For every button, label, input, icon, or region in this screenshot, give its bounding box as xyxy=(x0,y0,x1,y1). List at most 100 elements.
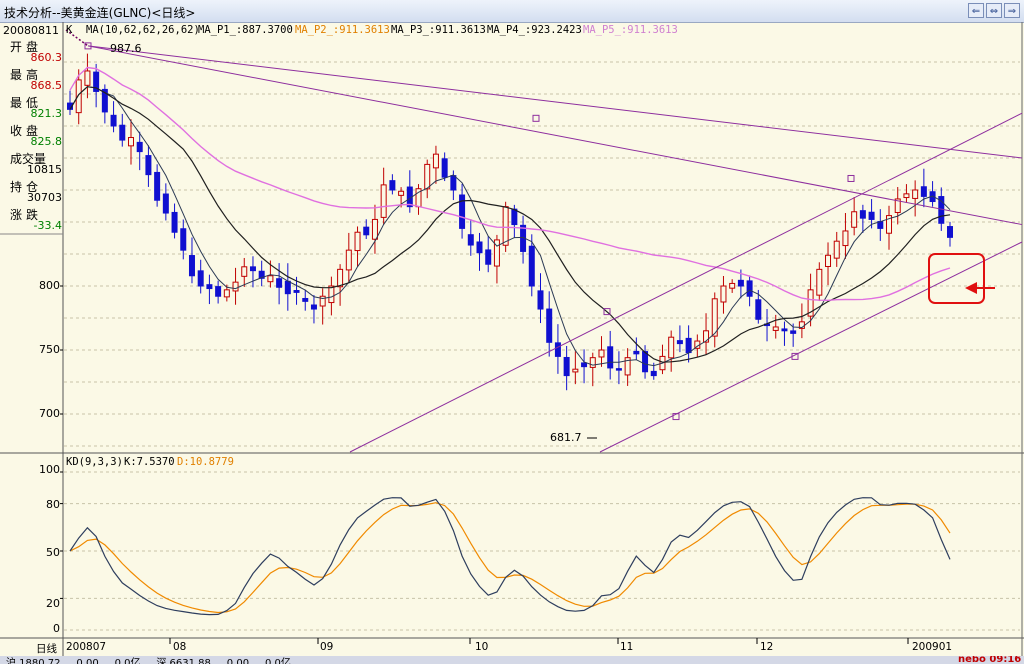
candle-body-up xyxy=(84,70,91,86)
candle-body-down xyxy=(459,194,466,229)
candle-body-down xyxy=(511,208,518,226)
candle-body-down xyxy=(441,158,448,178)
kd-tick-50: 50 xyxy=(46,546,60,559)
candle-body-down xyxy=(607,346,614,369)
candle-body-up xyxy=(598,349,605,358)
candle-body-down xyxy=(363,226,370,236)
candle-body-up xyxy=(572,368,579,373)
candle-body-down xyxy=(389,180,396,191)
candle-body-up xyxy=(851,211,858,228)
price-tick-800: 800 xyxy=(39,279,60,292)
candle-body-down xyxy=(633,350,640,355)
channel-top-line xyxy=(87,45,1023,159)
candle-body-down xyxy=(110,114,117,127)
anchor-marker xyxy=(532,114,540,122)
chart-canvas xyxy=(0,22,1024,656)
time-label-200807: 200807 xyxy=(66,641,107,653)
candle-body-down xyxy=(450,175,457,191)
time-label-10: 10 xyxy=(475,641,489,653)
candle-body-down xyxy=(920,186,927,197)
candle-body-down xyxy=(119,124,126,141)
candle-body-down xyxy=(947,226,953,238)
channel-lower-line xyxy=(599,241,1023,453)
ma-short-line xyxy=(69,86,951,367)
candle-body-down xyxy=(310,304,317,310)
candle-body-up xyxy=(772,326,779,331)
high-annotation: 987.6 xyxy=(110,42,142,55)
status-brand: nebo 09:16 xyxy=(958,656,1022,664)
candle-body-down xyxy=(276,278,283,288)
candle-body-down xyxy=(171,211,178,233)
ma-p1-label: MA_P1_:887.3700 xyxy=(198,24,293,36)
candle-body-down xyxy=(642,351,649,373)
candle-body-up xyxy=(380,184,387,218)
time-label-period: 日线 xyxy=(36,643,57,655)
candle-body-down xyxy=(737,279,744,287)
candle-body-down xyxy=(249,266,256,272)
candle-body-down xyxy=(284,280,291,295)
candle-body-down xyxy=(685,337,692,354)
candle-body-up xyxy=(589,357,596,368)
k-label: K xyxy=(66,24,73,36)
candle-body-up xyxy=(232,281,239,292)
candle-body-down xyxy=(746,280,753,297)
candle-body-up xyxy=(816,268,823,296)
candle-body-down xyxy=(197,270,204,287)
ma-p3-label: MA_P3_:911.3613 xyxy=(391,24,486,36)
candle-body-down xyxy=(145,155,152,176)
kd-k-line xyxy=(69,497,951,616)
candle-body-up xyxy=(729,282,736,289)
highlight-arrow-head xyxy=(965,282,977,294)
candle-body-up xyxy=(398,190,405,196)
candle-body-down xyxy=(615,368,622,371)
candle-body-up xyxy=(241,266,248,277)
time-label-200901: 200901 xyxy=(912,641,953,653)
candle-body-down xyxy=(136,141,143,153)
candle-body-down xyxy=(162,193,169,214)
anchor-marker xyxy=(847,174,855,182)
candle-body-up xyxy=(337,268,344,288)
candle-body-down xyxy=(650,370,657,377)
kd-k-value: K:7.5370 xyxy=(124,456,175,468)
candle-body-down xyxy=(476,241,483,254)
low-annotation: 681.7 xyxy=(550,431,582,444)
candle-body-down xyxy=(188,255,195,277)
candle-body-up xyxy=(75,79,82,114)
ma-params: MA(10,62,62,26,62) xyxy=(86,24,200,36)
time-label-12: 12 xyxy=(760,641,774,653)
candle-body-down xyxy=(581,362,588,368)
time-label-08: 08 xyxy=(173,641,187,653)
kd-d-value: D:10.8779 xyxy=(177,456,234,468)
candle-body-up xyxy=(668,336,675,359)
candle-body-down xyxy=(206,284,213,290)
candle-body-up xyxy=(833,240,840,259)
candle-body-up xyxy=(424,163,431,190)
candle-body-up xyxy=(223,289,230,298)
kd-tick-80: 80 xyxy=(46,498,60,511)
ma-medium-line xyxy=(69,86,951,363)
candle-body-down xyxy=(528,245,535,287)
candle-body-down xyxy=(154,171,161,201)
candle-body-up xyxy=(842,230,849,247)
candle-body-down xyxy=(554,342,561,357)
time-label-09: 09 xyxy=(320,641,334,653)
candle-body-down xyxy=(790,330,797,334)
kd-tick-0: 0 xyxy=(53,622,60,635)
kd-d-line xyxy=(69,502,951,614)
candle-body-down xyxy=(781,328,788,332)
candle-body-up xyxy=(354,231,361,252)
candle-body-down xyxy=(859,210,866,219)
candle-body-up xyxy=(371,218,378,240)
candle-body-up xyxy=(825,254,832,267)
ma-long-line xyxy=(69,66,951,302)
candle-body-down xyxy=(293,290,300,293)
candle-body-up xyxy=(127,137,134,147)
channel-mid-line xyxy=(349,112,1023,453)
ma-p5-label: MA_P5_:911.3613 xyxy=(583,24,678,36)
candle-body-up xyxy=(903,193,910,199)
candle-body-down xyxy=(755,299,762,320)
candle-body-up xyxy=(345,249,352,271)
status-bar: 沪 1880.72 ... 0.00 ... 0.0亿 ... 深 6631.8… xyxy=(0,656,1024,664)
kd-tick-20: 20 xyxy=(46,597,60,610)
price-tick-750: 750 xyxy=(39,343,60,356)
